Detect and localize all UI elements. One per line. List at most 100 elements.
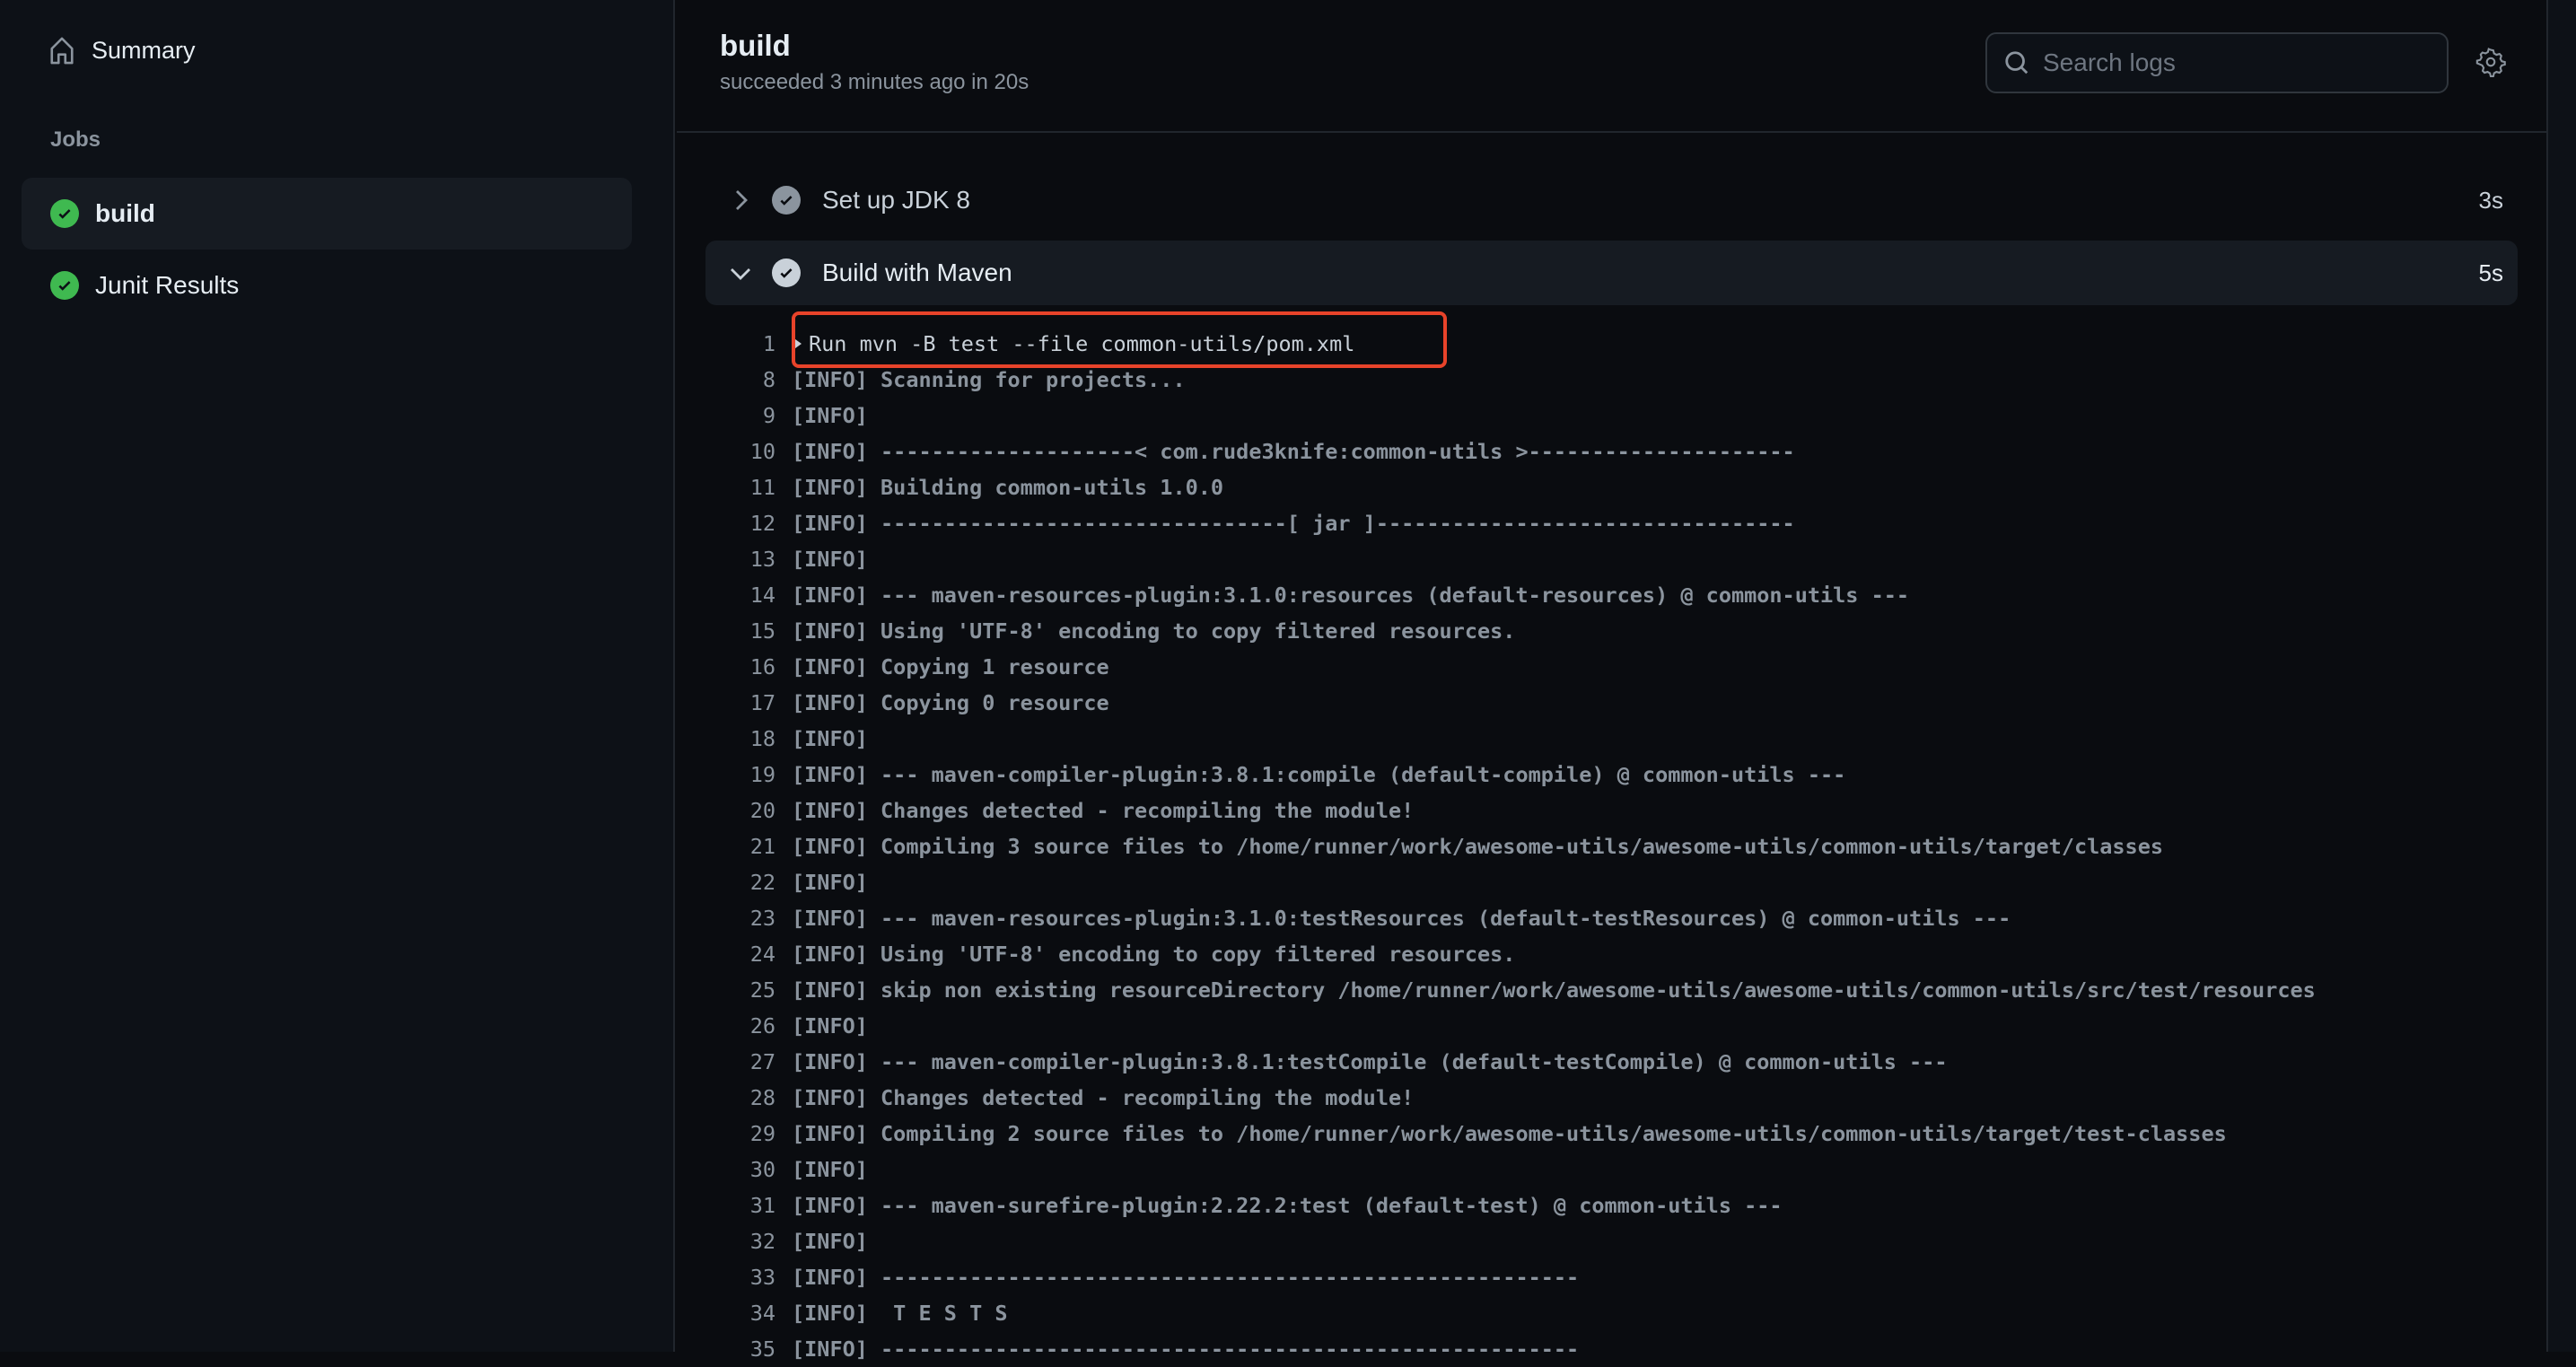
- log-line: 35 [INFO] -------------------------------…: [705, 1331, 2316, 1367]
- log-line: 9 [INFO]: [705, 398, 2316, 434]
- line-number[interactable]: 31: [705, 1193, 792, 1218]
- summary-label: Summary: [92, 36, 196, 64]
- line-number[interactable]: 29: [705, 1121, 792, 1146]
- log-line: 26 [INFO]: [705, 1008, 2316, 1044]
- log-line: 34 [INFO] T E S T S: [705, 1295, 2316, 1331]
- line-number[interactable]: 27: [705, 1049, 792, 1074]
- line-number[interactable]: 15: [705, 618, 792, 644]
- log-line: 31 [INFO] --- maven-surefire-plugin:2.22.…: [705, 1187, 2316, 1223]
- log-line: 28 [INFO] Changes detected - recompiling …: [705, 1080, 2316, 1116]
- line-text: [INFO] Changes detected - recompiling th…: [792, 798, 1415, 823]
- line-text: [INFO]: [792, 1013, 868, 1038]
- line-text: [INFO] --- maven-compiler-plugin:3.8.1:t…: [792, 1049, 1948, 1074]
- log-line: 18 [INFO]: [705, 721, 2316, 757]
- line-number[interactable]: 22: [705, 870, 792, 895]
- line-number[interactable]: 17: [705, 690, 792, 715]
- step-duration: 5s: [2478, 259, 2503, 286]
- log-line: 12 [INFO] -------------------------------…: [705, 505, 2316, 541]
- sidebar-item-summary[interactable]: Summary: [48, 36, 196, 65]
- line-text: [INFO] --- maven-resources-plugin:3.1.0:…: [792, 583, 1910, 608]
- line-number[interactable]: 8: [705, 367, 792, 392]
- search-logs-field[interactable]: [1985, 32, 2449, 93]
- job-status-text: succeeded 3 minutes ago in 20s: [720, 70, 1030, 94]
- line-number[interactable]: 14: [705, 583, 792, 608]
- line-number[interactable]: 21: [705, 834, 792, 859]
- step-set-up-jdk-8[interactable]: Set up JDK 8 3s: [705, 168, 2518, 232]
- line-number[interactable]: 28: [705, 1085, 792, 1110]
- line-number[interactable]: 1: [705, 331, 792, 356]
- log-line: 25 [INFO] skip non existing resourceDirec…: [705, 972, 2316, 1008]
- log-line: 19 [INFO] --- maven-compiler-plugin:3.8.1…: [705, 757, 2316, 793]
- line-number[interactable]: 30: [705, 1157, 792, 1182]
- log-output: 1 Run mvn -B test --file common-utils/pom…: [705, 326, 2316, 1367]
- line-number[interactable]: 18: [705, 726, 792, 751]
- chevron-down-icon: [727, 266, 754, 280]
- line-number[interactable]: 34: [705, 1301, 792, 1326]
- page-title: build: [720, 29, 791, 62]
- line-number[interactable]: 25: [705, 977, 792, 1003]
- line-number[interactable]: 11: [705, 475, 792, 500]
- sidebar-job-build[interactable]: build: [22, 178, 632, 250]
- gear-icon[interactable]: [2475, 47, 2506, 77]
- log-line: 11 [INFO] Building common-utils 1.0.0: [705, 469, 2316, 505]
- jobs-heading: Jobs: [50, 127, 101, 152]
- job-header: build succeeded 3 minutes ago in 20s: [677, 0, 2546, 133]
- line-text: [INFO]: [792, 870, 868, 895]
- line-number[interactable]: 16: [705, 654, 792, 679]
- line-text: [INFO] Copying 1 resource: [792, 654, 1109, 679]
- log-line: 24 [INFO] Using 'UTF-8' encoding to copy …: [705, 936, 2316, 972]
- line-text: [INFO] T E S T S: [792, 1301, 1008, 1326]
- success-check-icon: [50, 199, 79, 228]
- line-text: [INFO] skip non existing resourceDirecto…: [792, 977, 2316, 1003]
- log-line: 14 [INFO] --- maven-resources-plugin:3.1.…: [705, 577, 2316, 613]
- line-number[interactable]: 12: [705, 511, 792, 536]
- job-label: build: [95, 199, 155, 227]
- line-text: [INFO] ---------------------------------…: [792, 1336, 1580, 1362]
- line-number[interactable]: 24: [705, 942, 792, 967]
- line-text: [INFO] Using 'UTF-8' encoding to copy fi…: [792, 942, 1516, 967]
- log-line: 17 [INFO] Copying 0 resource: [705, 685, 2316, 721]
- line-text: [INFO] Changes detected - recompiling th…: [792, 1085, 1415, 1110]
- search-icon: [2005, 51, 2028, 74]
- line-number[interactable]: 23: [705, 906, 792, 931]
- line-number[interactable]: 33: [705, 1265, 792, 1290]
- chevron-right-icon: [727, 189, 754, 211]
- line-number[interactable]: 10: [705, 439, 792, 464]
- log-line: 29 [INFO] Compiling 2 source files to /ho…: [705, 1116, 2316, 1152]
- line-number[interactable]: 26: [705, 1013, 792, 1038]
- line-text: [INFO] Scanning for projects...: [792, 367, 1186, 392]
- line-text: [INFO] Building common-utils 1.0.0: [792, 475, 1224, 500]
- log-line: 23 [INFO] --- maven-resources-plugin:3.1.…: [705, 900, 2316, 936]
- log-line: 15 [INFO] Using 'UTF-8' encoding to copy …: [705, 613, 2316, 649]
- line-number[interactable]: 32: [705, 1229, 792, 1254]
- line-text: [INFO]: [792, 547, 868, 572]
- line-number[interactable]: 13: [705, 547, 792, 572]
- line-number[interactable]: 19: [705, 762, 792, 787]
- line-text: [INFO] --------------------------------[…: [792, 511, 1795, 536]
- sidebar-job-junit-results[interactable]: Junit Results: [22, 250, 632, 321]
- line-text: [INFO] --- maven-resources-plugin:3.1.0:…: [792, 906, 2011, 931]
- line-text: [INFO] Compiling 3 source files to /home…: [792, 834, 2164, 859]
- step-label: Set up JDK 8: [822, 186, 970, 214]
- log-line: 16 [INFO] Copying 1 resource: [705, 649, 2316, 685]
- line-text: [INFO] --- maven-surefire-plugin:2.22.2:…: [792, 1193, 1783, 1218]
- log-line: 10 [INFO] --------------------< com.rude3…: [705, 434, 2316, 469]
- job-label: Junit Results: [95, 271, 240, 299]
- line-text: [INFO]: [792, 1229, 868, 1254]
- line-number[interactable]: 9: [705, 403, 792, 428]
- step-build-with-maven[interactable]: Build with Maven 5s: [705, 241, 2518, 305]
- step-success-icon: [772, 259, 801, 287]
- line-number[interactable]: 35: [705, 1336, 792, 1362]
- log-line: 32 [INFO]: [705, 1223, 2316, 1259]
- line-text: [INFO] Compiling 2 source files to /home…: [792, 1121, 2227, 1146]
- step-label: Build with Maven: [822, 259, 1012, 286]
- home-icon: [50, 37, 74, 65]
- log-line: 21 [INFO] Compiling 3 source files to /ho…: [705, 828, 2316, 864]
- line-number[interactable]: 20: [705, 798, 792, 823]
- search-logs-input[interactable]: [2043, 48, 2420, 77]
- step-duration: 3s: [2478, 186, 2503, 214]
- line-text: [INFO] Copying 0 resource: [792, 690, 1109, 715]
- log-line: 30 [INFO]: [705, 1152, 2316, 1187]
- log-line: 33 [INFO] -------------------------------…: [705, 1259, 2316, 1295]
- line-text: [INFO] Using 'UTF-8' encoding to copy fi…: [792, 618, 1516, 644]
